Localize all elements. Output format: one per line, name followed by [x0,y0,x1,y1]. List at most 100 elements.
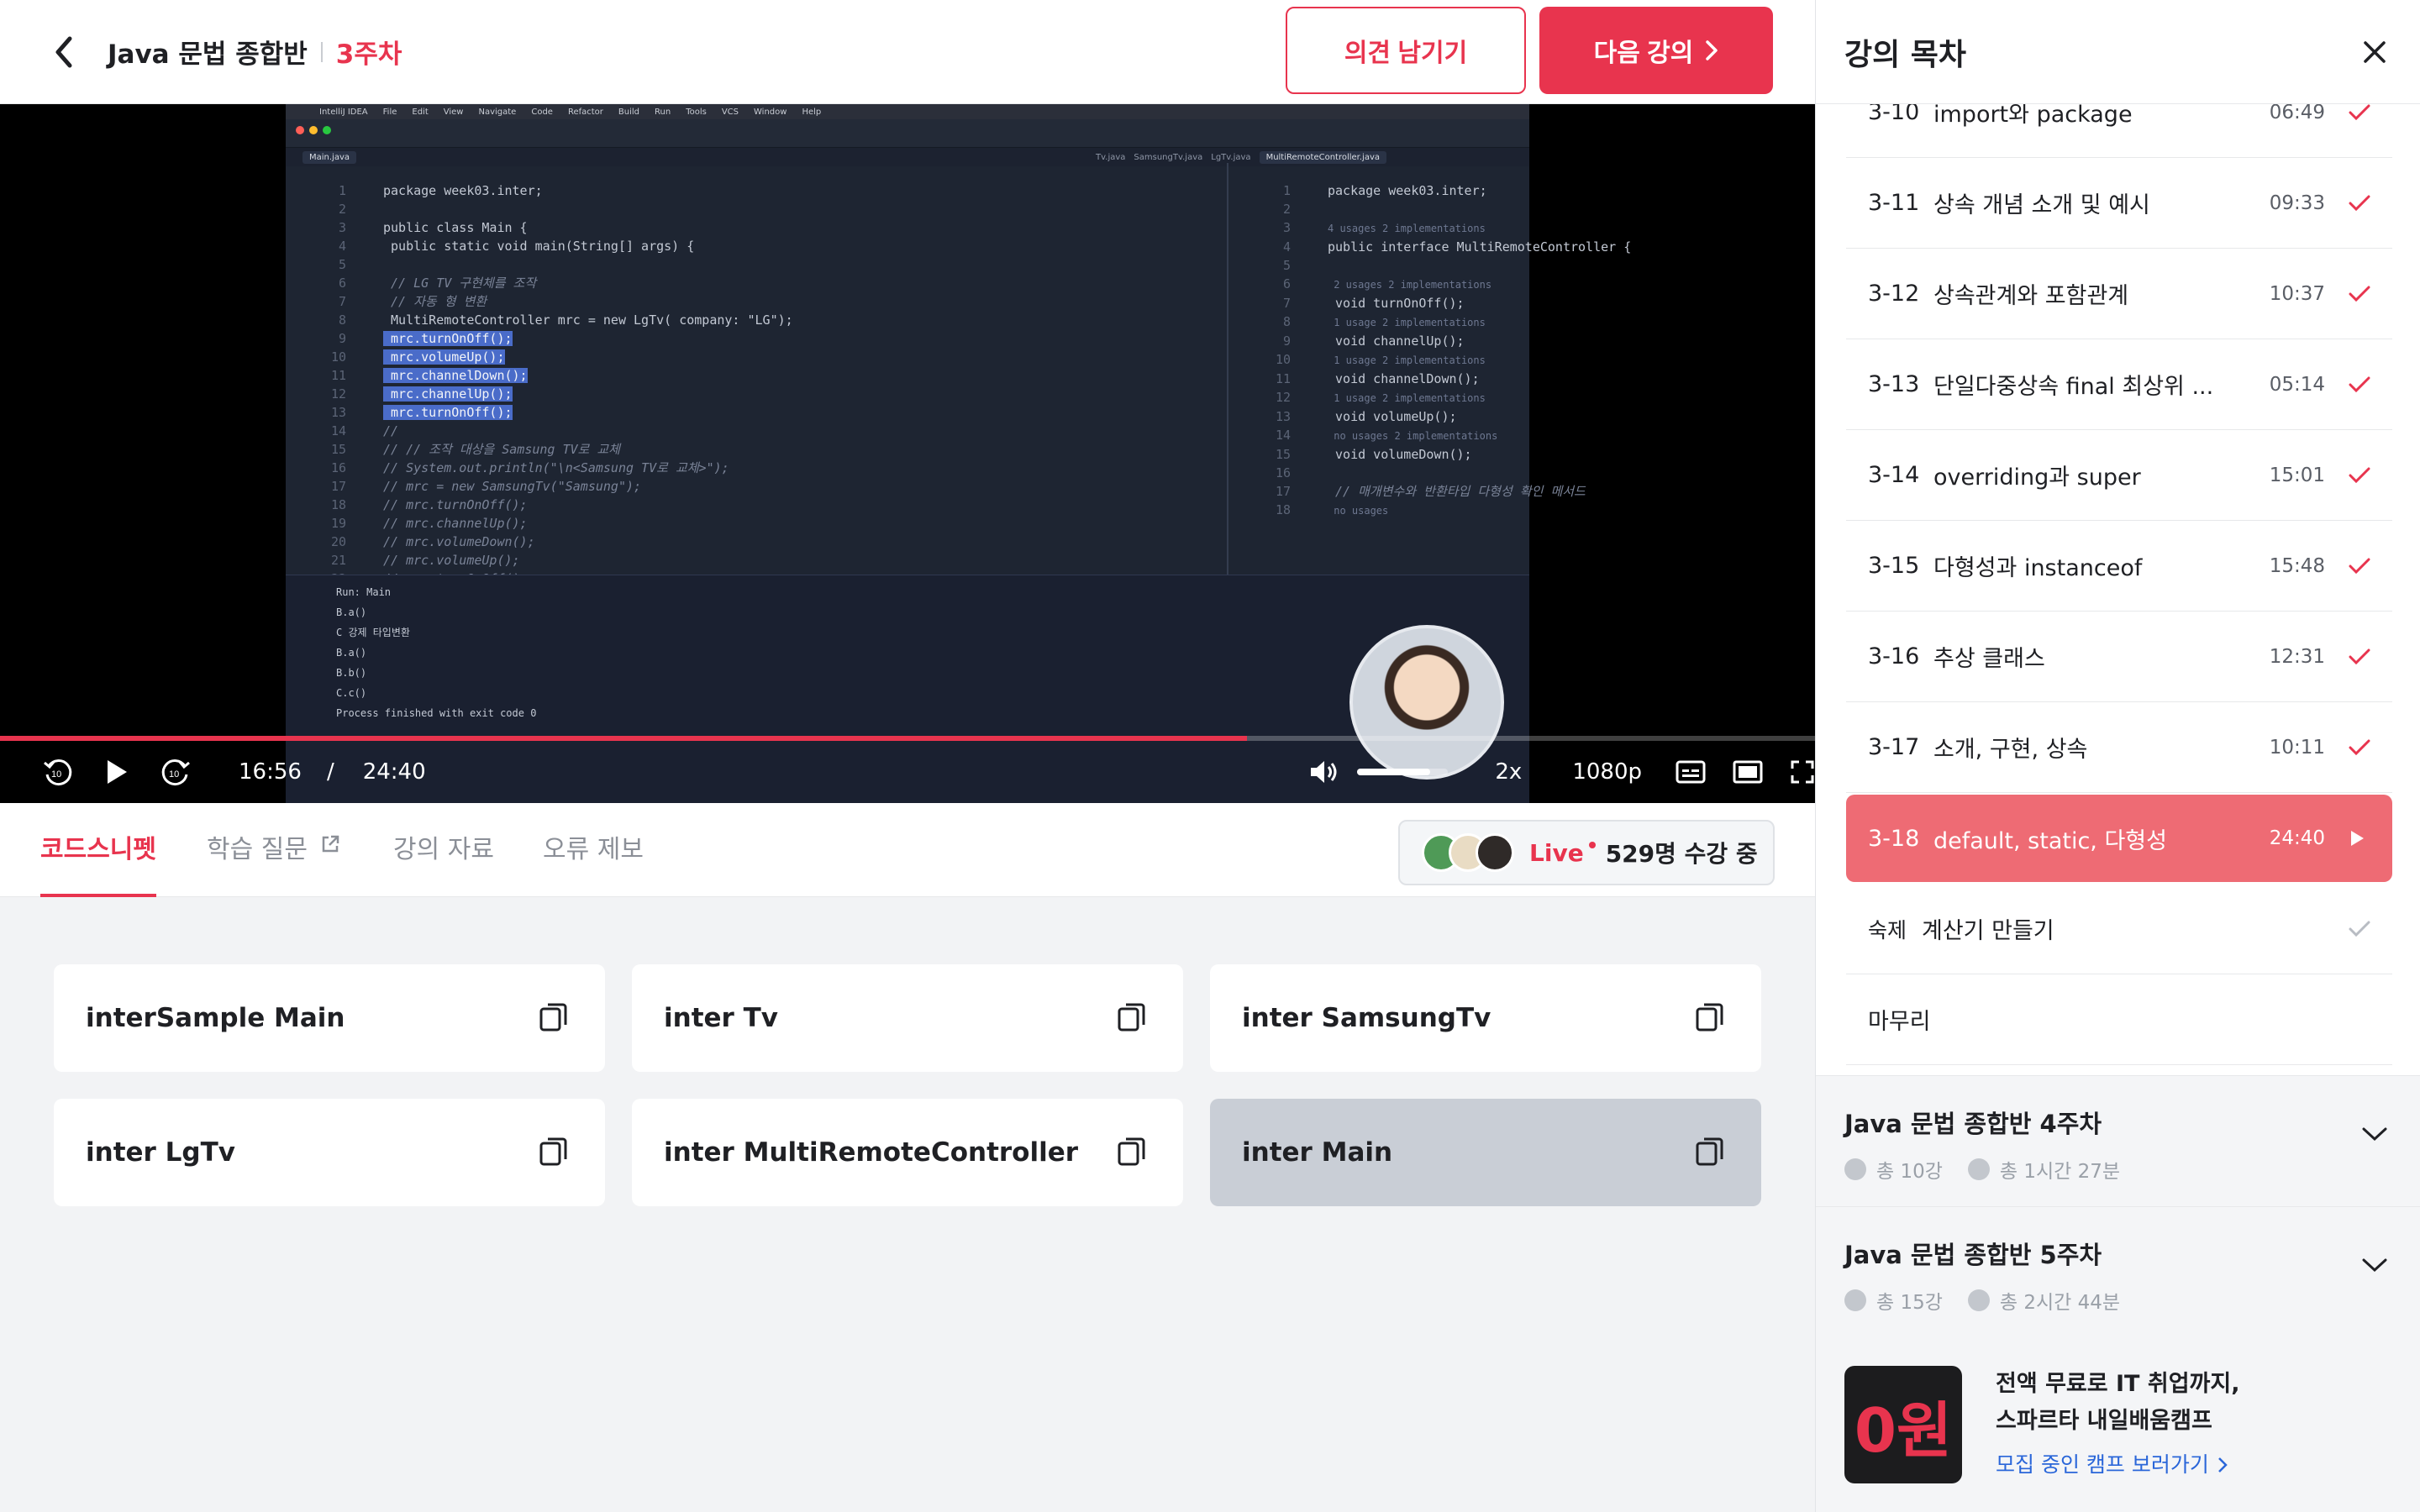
code-text: MultiRemoteController mrc = new LgTv( co… [383,312,793,328]
lesson-item[interactable]: 마무리 [1846,974,2392,1065]
close-sidebar-button[interactable] [2363,40,2386,64]
live-label: Live [1529,838,1584,867]
code-text: // System.out.println("\n<Samsung TV로 교체… [383,460,729,475]
code-line: 10 1 usage 2 implementations [1260,350,1798,370]
ide-tab: Tv.java [1096,152,1126,162]
line-number: 2 [338,202,346,217]
line-number: 6 [338,276,346,291]
copy-icon[interactable] [1694,1000,1726,1037]
copy-icon[interactable] [538,1000,570,1037]
line-number: 13 [330,405,346,420]
code-text: public class Main { [383,220,528,235]
check-icon [2349,739,2370,756]
line-number: 9 [338,331,346,346]
code-text: // 매개변수와 반환타입 다형성 확인 메서드 [1328,484,1586,499]
back-button[interactable] [39,27,89,77]
viewer-avatars [1422,833,1514,872]
line-number: 9 [1282,333,1291,349]
tab-report-error[interactable]: 오류 제보 [543,828,644,897]
promo-link[interactable]: 모집 중인 캠프 보러가기 [1996,1446,2239,1483]
copy-icon[interactable] [1116,1000,1148,1037]
subtitles-button[interactable] [1676,760,1706,784]
lesson-title: 상속관계와 포함관계 [1933,283,2129,309]
promo-link-label: 모집 중인 캠프 보러가기 [1996,1452,2209,1477]
ide-tab: LgTv.java [1211,152,1251,162]
lesson-number: 3-18 [1868,825,1920,852]
play-icon [2349,829,2370,848]
lesson-item[interactable]: 숙제 계산기 만들기 [1846,884,2392,974]
theater-mode-button[interactable] [1733,760,1763,784]
fullscreen-button[interactable] [1790,759,1815,785]
week-5-section[interactable]: Java 문법 종합반 5주차 총 15강 총 2시간 44분 [1816,1206,2420,1337]
lesson-item[interactable]: 3-18 default, static, 다형성 24:40 [1846,795,2392,882]
week-4-section[interactable]: Java 문법 종합반 4주차 총 10강 총 1시간 27분 [1816,1075,2420,1206]
copy-icon[interactable] [1116,1134,1148,1171]
lesson-title: 소개, 구현, 상속 [1933,737,2088,763]
snippet-card[interactable]: inter MultiRemoteController [632,1099,1183,1206]
ide-toolbar [286,119,1529,148]
tab-questions[interactable]: 학습 질문 [207,828,341,897]
quality-button[interactable]: 1080p [1572,759,1642,785]
code-line: 5 [1260,256,1798,275]
code-line: 15 // // 조작 대상을 Samsung TV로 교체 [316,440,1232,459]
line-number: 2 [1282,202,1291,217]
line-number: 5 [1282,258,1291,273]
snippet-card[interactable]: inter LgTv [54,1099,605,1206]
volume-button[interactable] [1308,759,1339,785]
lesson-item[interactable]: 3-17 소개, 구현, 상속 10:11 [1846,702,2392,793]
line-number: 17 [330,479,346,494]
run-header: Run: Main [336,586,392,598]
code-line: 8 MultiRemoteController mrc = new LgTv( … [316,311,1232,329]
volume-fill [1356,769,1430,775]
lesson-item[interactable]: 3-16 추상 클래스 12:31 [1846,612,2392,702]
lesson-number: 3-14 [1868,462,1920,488]
lesson-title: 다형성과 instanceof [1933,555,2143,581]
code-line: 7 void turnOnOff(); [1260,294,1798,312]
snippet-card[interactable]: inter SamsungTv [1210,964,1761,1072]
lesson-item[interactable]: 3-11 상속 개념 소개 및 예시 09:33 [1846,158,2392,249]
speed-button[interactable]: 2x [1495,759,1522,785]
snippet-card[interactable]: interSample Main [54,964,605,1072]
rewind-10-button[interactable]: 10 [42,756,74,788]
line-number: 11 [330,368,346,383]
lesson-item[interactable]: 3-13 단일다중상속 final 최상위 ... 05:14 [1846,339,2392,430]
lesson-number: 3-12 [1868,281,1920,307]
code-text: public interface MultiRemoteController { [1328,239,1632,255]
ide-menubar: IntelliJ IDEA File Edit View Navigate Code Ref… [286,104,1529,119]
lesson-title: 계산기 만들기 [1922,918,2054,944]
copy-icon[interactable] [538,1134,570,1171]
check-icon [2349,648,2370,665]
code-text: // mrc.turnOnOff(); [383,497,528,512]
feedback-button[interactable]: 의견 남기기 [1286,7,1526,94]
code-text: // [383,423,399,438]
code-line: 14 // [316,422,1232,440]
lesson-item[interactable]: 3-15 다형성과 instanceof 15:48 [1846,521,2392,612]
snippet-name: interSample Main [86,1003,345,1033]
lesson-item[interactable]: 3-12 상속관계와 포함관계 10:37 [1846,249,2392,339]
code-line: 13 void volumeUp(); [1260,407,1798,426]
lesson-item[interactable]: 3-14 overriding과 super 15:01 [1846,430,2392,521]
line-number: 7 [1282,296,1291,311]
video-player[interactable]: IntelliJ IDEA File Edit View Navigate Code Ref… [0,104,1815,803]
code-text: // mrc.volumeDown(); [383,534,535,549]
snippet-grid: interSample Main inter Tv inter SamsungTv i… [54,964,1761,1206]
forward-10-button[interactable]: 10 [160,756,192,788]
line-number: 10 [1275,352,1291,367]
play-button[interactable] [104,759,129,785]
next-lecture-button[interactable]: 다음 강의 [1539,7,1773,94]
lesson-title: 추상 클래스 [1933,646,2045,672]
chevron-down-icon [2362,1127,2387,1142]
lecture-header: Java 문법 종합반 3주차 의견 남기기 다음 강의 [0,0,1815,104]
window-controls [296,126,331,134]
ide-menu-item: Window [754,107,787,117]
volume-slider[interactable] [1356,769,1449,775]
snippet-card[interactable]: inter Main [1210,1099,1761,1206]
current-time: 16:56 [239,759,302,785]
bootcamp-promo[interactable]: 0원 전액 무료로 IT 취업까지, 스파르타 내일배움캠프 모집 중인 캠프 … [1816,1337,2420,1512]
tab-code-snippets[interactable]: 코드스니펫 [40,828,156,897]
copy-icon[interactable] [1694,1134,1726,1171]
tab-materials[interactable]: 강의 자료 [393,828,494,897]
snippet-card[interactable]: inter Tv [632,964,1183,1072]
code-line: 15 void volumeDown(); [1260,445,1798,464]
promo-line-1: 전액 무료로 IT 취업까지, [1996,1371,2240,1397]
